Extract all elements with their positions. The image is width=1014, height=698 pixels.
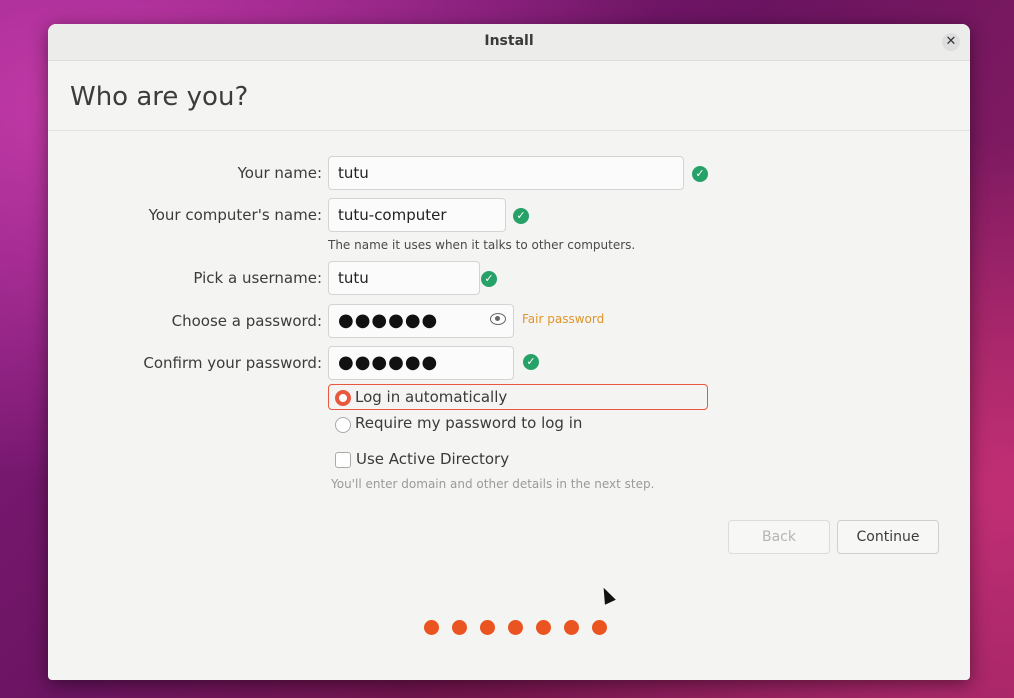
- progress-dot: [536, 620, 551, 635]
- password-strength: Fair password: [522, 312, 605, 326]
- progress-dot: [480, 620, 495, 635]
- username-valid-check-icon: ✓: [481, 271, 497, 287]
- login-password-radio[interactable]: [335, 417, 351, 433]
- progress-dot: [508, 620, 523, 635]
- divider: [48, 130, 970, 131]
- username-field[interactable]: tutu: [328, 261, 480, 295]
- login-password-label[interactable]: Require my password to log in: [355, 414, 582, 432]
- password-label: Choose a password:: [171, 312, 322, 330]
- login-auto-label[interactable]: Log in automatically: [355, 388, 507, 406]
- mouse-cursor: [598, 585, 616, 605]
- computer-name-hint: The name it uses when it talks to other …: [328, 238, 636, 252]
- confirm-password-field[interactable]: ●●●●●●: [328, 346, 514, 380]
- computer-name-valid-check-icon: ✓: [513, 208, 529, 224]
- active-directory-label[interactable]: Use Active Directory: [356, 450, 509, 468]
- page-title: Who are you?: [70, 82, 249, 112]
- confirm-password-label: Confirm your password:: [143, 354, 322, 372]
- computer-name-label: Your computer's name:: [148, 206, 322, 224]
- back-button[interactable]: Back: [728, 520, 830, 554]
- progress-dots: [424, 620, 607, 635]
- continue-button[interactable]: Continue: [837, 520, 939, 554]
- login-auto-radio[interactable]: [335, 390, 351, 406]
- name-field[interactable]: tutu: [328, 156, 684, 190]
- name-valid-check-icon: ✓: [692, 166, 708, 182]
- progress-dot: [452, 620, 467, 635]
- show-password-eye-icon[interactable]: [490, 313, 506, 325]
- active-directory-hint: You'll enter domain and other details in…: [331, 477, 655, 491]
- active-directory-checkbox[interactable]: [335, 452, 351, 468]
- computer-name-field[interactable]: tutu-computer: [328, 198, 506, 232]
- username-label: Pick a username:: [193, 269, 322, 287]
- password-field[interactable]: ●●●●●●: [328, 304, 514, 338]
- close-icon[interactable]: ✕: [942, 33, 960, 51]
- window-title: Install: [484, 33, 534, 49]
- installer-window: Install ✕ Who are you? Your name: tutu ✓…: [48, 24, 970, 680]
- progress-dot: [424, 620, 439, 635]
- progress-dot: [592, 620, 607, 635]
- confirm-valid-check-icon: ✓: [523, 354, 539, 370]
- progress-dot: [564, 620, 579, 635]
- titlebar: Install ✕: [48, 24, 970, 61]
- name-label: Your name:: [237, 164, 322, 182]
